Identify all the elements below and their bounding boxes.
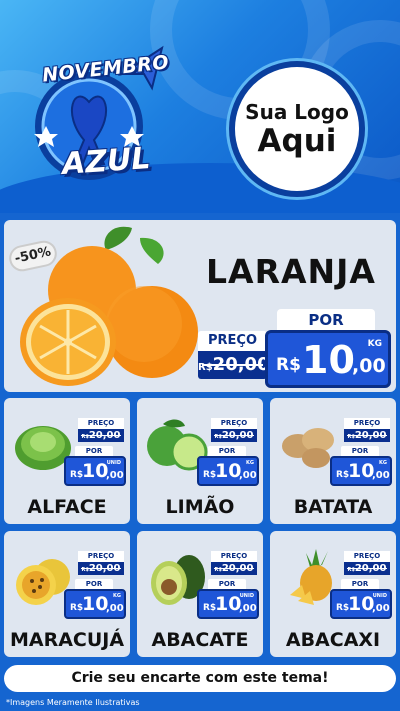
old-price-box: PREÇOR$20,00	[78, 551, 124, 575]
price-integer: 10	[82, 460, 109, 482]
new-price-box: R$ 10,00 UNID	[330, 589, 392, 619]
price-integer: 10	[215, 593, 242, 615]
price-unit: UNID	[106, 460, 121, 466]
new-price-box: R$ 10,00 UNID	[197, 589, 259, 619]
new-price-box: R$ 10 ,00 KG	[265, 330, 391, 388]
featured-product-name: LARANJA	[206, 252, 376, 291]
price-integer: 10	[348, 593, 375, 615]
old-price-box: PREÇOR$20,00	[211, 551, 257, 575]
product-card: PREÇOR$20,00PORR$10,00UNIDABACAXI	[270, 531, 396, 657]
product-card: PREÇOR$20,00PORR$10,00UNIDALFACE	[4, 398, 130, 524]
strikethrough-line	[214, 435, 254, 436]
price-unit: KG	[246, 460, 254, 466]
price-unit: KG	[113, 593, 121, 599]
price-unit: KG	[367, 339, 382, 349]
old-price-value: R$20,00	[211, 562, 257, 575]
product-name: MARACUJÁ	[9, 629, 125, 651]
old-price-box: PREÇO R$20,00	[198, 331, 270, 383]
new-price-box: R$ 10,00 UNID	[64, 456, 126, 486]
price-decimal: ,00	[372, 603, 390, 614]
price-integer: 10	[348, 460, 375, 482]
old-price-label: PREÇO	[344, 551, 390, 562]
old-price-label: PREÇO	[344, 418, 390, 429]
price-currency: R$	[276, 355, 301, 375]
old-price-value: R$20,00	[211, 429, 257, 442]
strikethrough-line	[202, 364, 263, 366]
price-unit: UNID	[372, 593, 387, 599]
product-name: ABACAXI	[285, 629, 381, 651]
logo-placeholder: Sua Logo Aqui	[229, 61, 365, 197]
new-price-box: R$ 10,00 KG	[64, 589, 126, 619]
old-price-label: PREÇO	[211, 551, 257, 562]
price-integer: 10	[215, 460, 242, 482]
old-price-value: R$20,00	[198, 351, 270, 379]
old-price-value: R$20,00	[78, 562, 124, 575]
header-banner: NOVEMBRO AZUL Sua Logo Aqui	[0, 0, 400, 213]
disclaimer-text: *Imagens Meramente Ilustrativas	[6, 698, 140, 707]
price-decimal: ,00	[352, 355, 386, 377]
new-price-label: POR	[277, 309, 375, 331]
old-price-value: R$20,00	[78, 429, 124, 442]
old-price-label: PREÇO	[78, 551, 124, 562]
strikethrough-line	[347, 568, 387, 569]
old-price-value: R$20,00	[344, 429, 390, 442]
price-decimal: ,00	[239, 603, 257, 614]
campaign-badge: NOVEMBRO AZUL	[34, 44, 170, 194]
badge-subtitle: AZUL	[60, 140, 152, 183]
product-card: PREÇOR$20,00PORR$10,00UNIDABACATE	[137, 531, 263, 657]
strikethrough-line	[347, 435, 387, 436]
price-decimal: ,00	[239, 470, 257, 481]
strikethrough-line	[81, 568, 121, 569]
old-price-box: PREÇOR$20,00	[344, 418, 390, 442]
price-decimal: ,00	[372, 470, 390, 481]
price-decimal: ,00	[106, 470, 124, 481]
old-price-box: PREÇOR$20,00	[211, 418, 257, 442]
strikethrough-line	[214, 568, 254, 569]
new-price-box: R$ 10,00 KG	[197, 456, 259, 486]
old-price-label: PREÇO	[211, 418, 257, 429]
product-card: PREÇOR$20,00PORR$10,00KGMARACUJÁ	[4, 531, 130, 657]
new-price-box: R$ 10,00 KG	[330, 456, 392, 486]
price-decimal: ,00	[106, 603, 124, 614]
old-price-box: PREÇOR$20,00	[78, 418, 124, 442]
cta-banner[interactable]: Crie seu encarte com este tema!	[4, 665, 396, 692]
product-card: PREÇOR$20,00PORR$10,00KGLIMÃO	[137, 398, 263, 524]
price-integer: 10	[82, 593, 109, 615]
logo-text-line2: Aqui	[257, 123, 337, 159]
old-price-box: PREÇOR$20,00	[344, 551, 390, 575]
logo-text-line1: Sua Logo	[245, 100, 349, 124]
old-price-label: PREÇO	[198, 331, 267, 351]
product-name: LIMÃO	[165, 496, 235, 518]
product-name: ALFACE	[27, 496, 107, 518]
strikethrough-line	[81, 435, 121, 436]
product-name: BATATA	[293, 496, 373, 518]
price-unit: KG	[379, 460, 387, 466]
product-name: ABACATE	[151, 629, 249, 651]
old-price-label: PREÇO	[78, 418, 124, 429]
product-card: PREÇOR$20,00PORR$10,00KGBATATA	[270, 398, 396, 524]
price-integer: 10	[302, 338, 355, 382]
price-unit: UNID	[239, 593, 254, 599]
old-price-value: R$20,00	[344, 562, 390, 575]
